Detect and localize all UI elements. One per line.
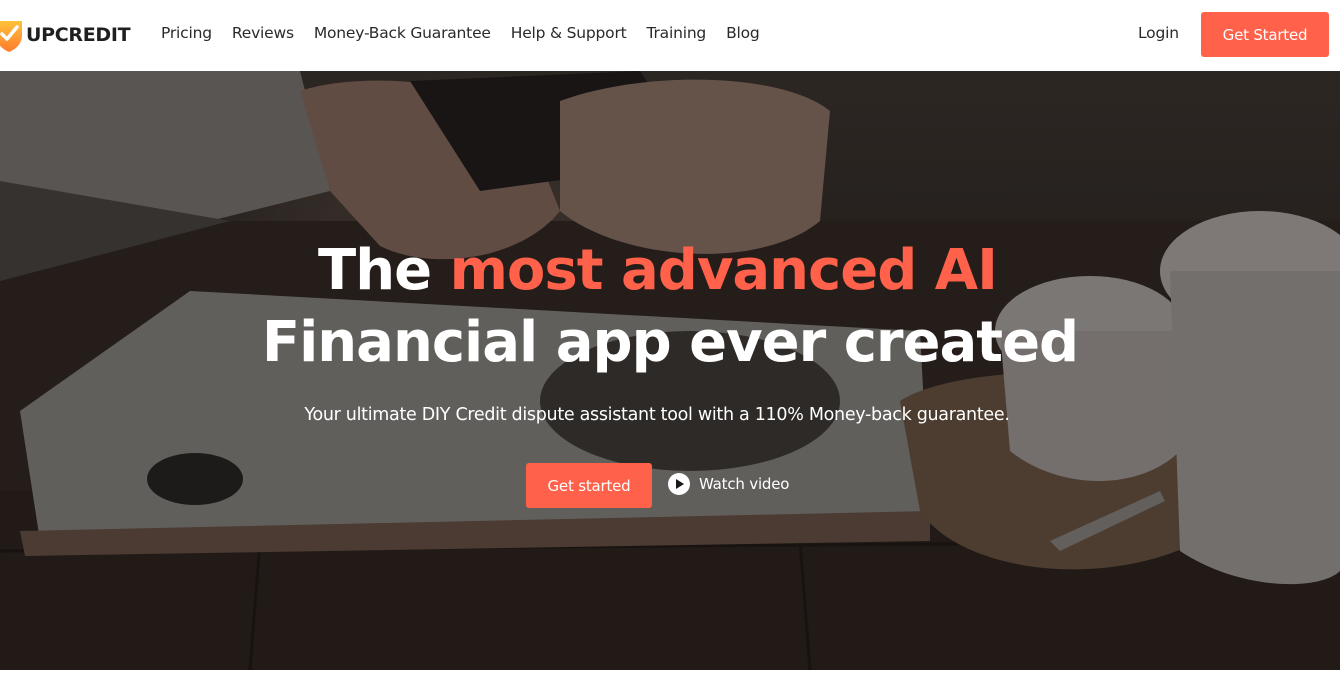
watch-video-button[interactable]: Watch video [668, 472, 789, 496]
nav-link-money-back-guarantee[interactable]: Money-Back Guarantee [314, 24, 491, 42]
play-icon [668, 473, 690, 495]
site-header: UPCREDIT Pricing Reviews Money-Back Guar… [0, 0, 1340, 71]
headline-accent: most advanced AI [449, 238, 998, 303]
headline-line-2: Financial app ever created [261, 310, 1079, 375]
brand-logo[interactable]: UPCREDIT [0, 17, 131, 53]
nav-link-blog[interactable]: Blog [726, 24, 760, 42]
hero-get-started-button[interactable]: Get started [526, 463, 652, 508]
hero-subtitle: Your ultimate DIY Credit dispute assista… [304, 405, 1010, 425]
headline-prefix: The [318, 238, 450, 303]
nav-link-pricing[interactable]: Pricing [161, 24, 212, 42]
hero-section: The most advanced AI Financial app ever … [0, 71, 1340, 670]
nav-link-training[interactable]: Training [647, 24, 707, 42]
nav-link-help-support[interactable]: Help & Support [511, 24, 627, 42]
watch-video-label: Watch video [699, 475, 790, 493]
main-nav: Pricing Reviews Money-Back Guarantee Hel… [161, 24, 760, 42]
nav-link-reviews[interactable]: Reviews [232, 24, 294, 42]
login-link[interactable]: Login [1138, 24, 1179, 42]
brand-name: UPCREDIT [26, 24, 131, 46]
shield-check-logo-icon [0, 21, 22, 52]
hero-headline: The most advanced AI Financial app ever … [0, 235, 1340, 379]
header-get-started-button[interactable]: Get Started [1201, 12, 1329, 57]
